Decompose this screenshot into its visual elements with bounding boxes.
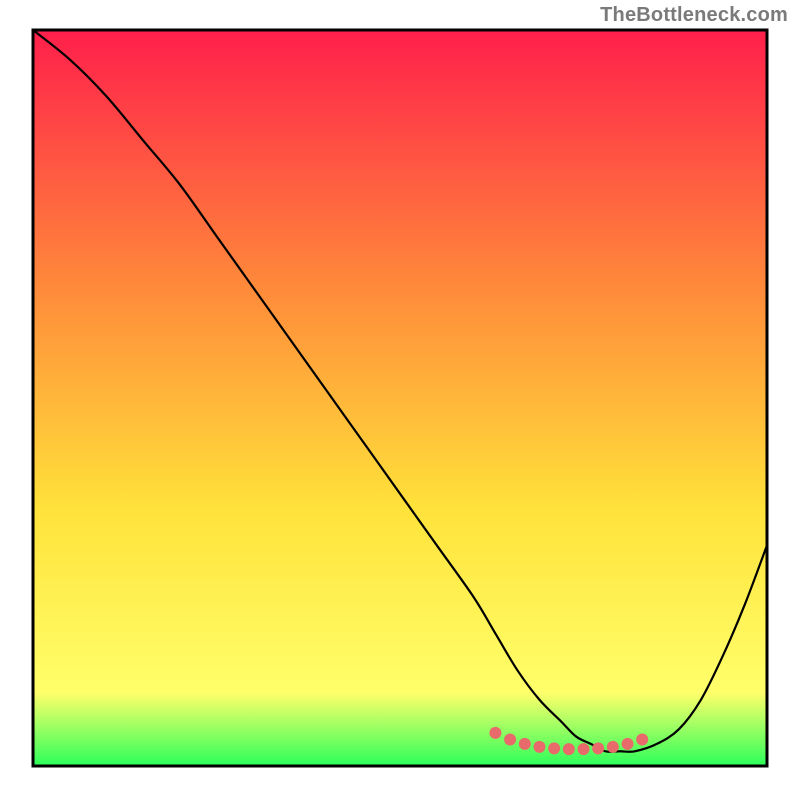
marker-dot — [533, 741, 545, 753]
marker-dot — [636, 734, 648, 746]
bottleneck-chart — [0, 0, 800, 800]
marker-dot — [489, 727, 501, 739]
marker-dot — [592, 742, 604, 754]
attribution-text: TheBottleneck.com — [600, 4, 788, 27]
marker-dot — [622, 738, 634, 750]
marker-dot — [519, 738, 531, 750]
marker-dot — [607, 741, 619, 753]
marker-dot — [563, 743, 575, 755]
marker-dot — [504, 734, 516, 746]
chart-container: TheBottleneck.com — [0, 0, 800, 800]
marker-dot — [578, 743, 590, 755]
marker-dot — [548, 742, 560, 754]
